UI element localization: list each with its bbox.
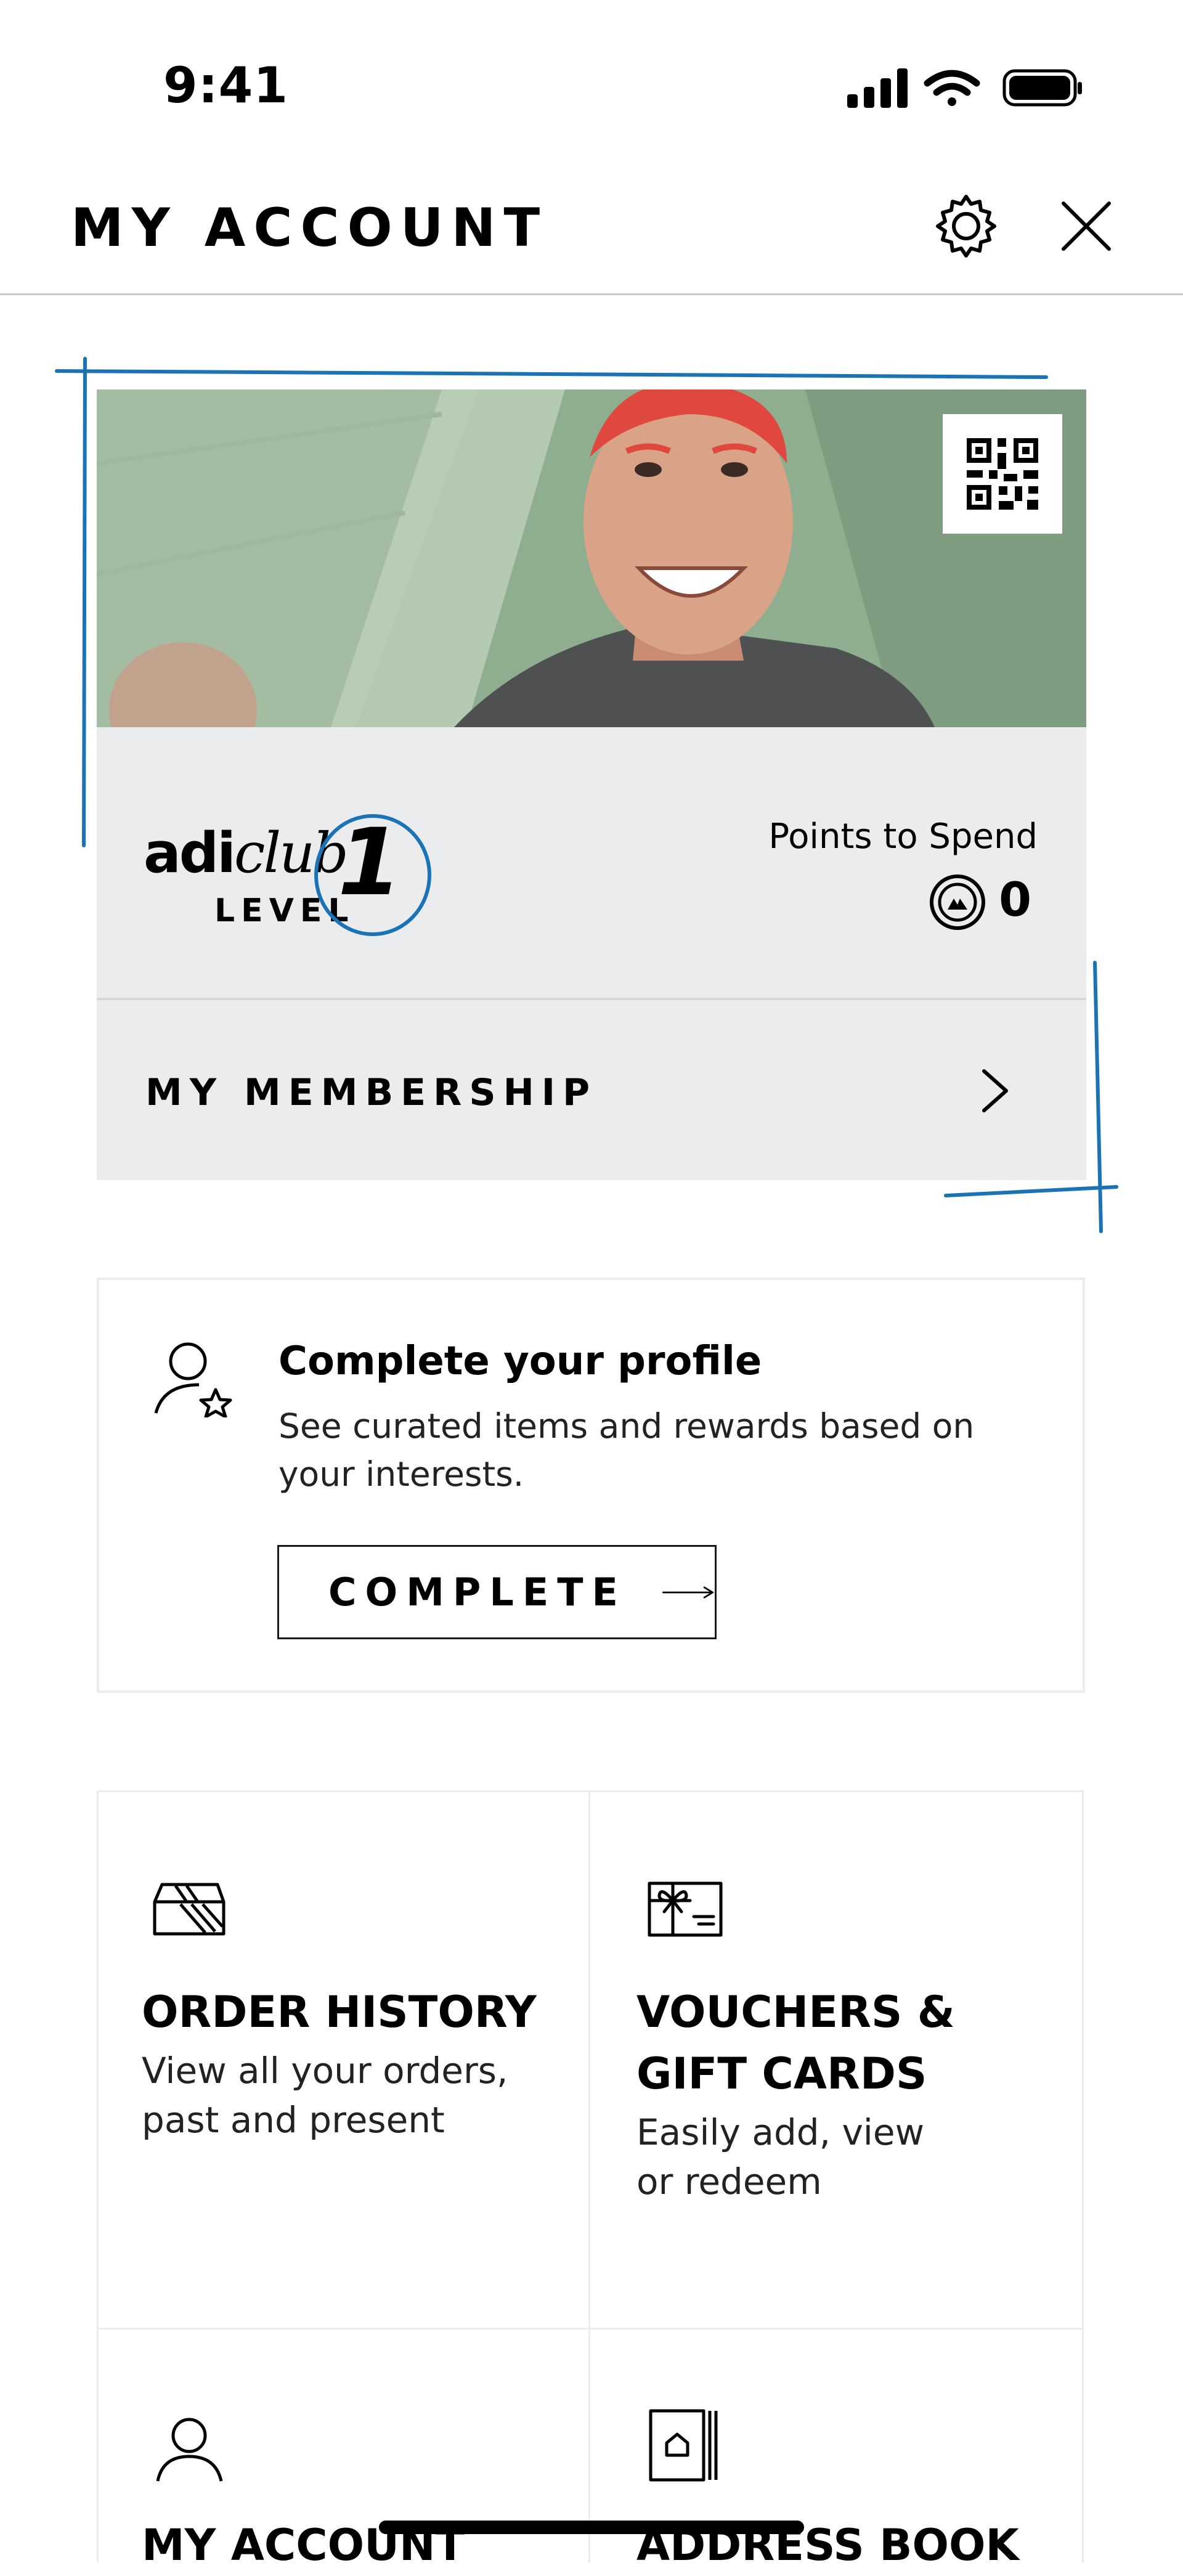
- complete-button-label: COMPLETE: [328, 1570, 627, 1615]
- status-icons: [847, 68, 1082, 108]
- close-icon: [1062, 202, 1111, 251]
- gear-icon: [936, 195, 996, 258]
- person-icon: [156, 2418, 223, 2482]
- gift-card-icon: [648, 1881, 723, 1937]
- signal-icon: [847, 68, 908, 108]
- vouchers-description: Easily add, view or redeem: [636, 2111, 925, 2203]
- page-title: MY ACCOUNT: [71, 197, 548, 259]
- arrow-right-icon: [662, 1586, 713, 1599]
- order-history-title: ORDER HISTORY: [142, 1987, 537, 2037]
- status-time: 9:41: [163, 57, 288, 114]
- header-divider: [0, 293, 1183, 295]
- box-icon: [153, 1883, 226, 1936]
- annotation-overlay: [55, 357, 1118, 1233]
- battery-icon: [1002, 69, 1082, 107]
- profile-title: Complete your profile: [278, 1339, 762, 1384]
- person-star-icon: [154, 1342, 232, 1417]
- order-history-description: View all your orders, past and present: [142, 2050, 508, 2141]
- home-indicator[interactable]: [379, 2521, 804, 2534]
- profile-description: See curated items and rewards based on y…: [278, 1406, 975, 1494]
- complete-button[interactable]: COMPLETE: [277, 1545, 717, 1639]
- close-button[interactable]: [1046, 186, 1126, 266]
- wifi-icon: [924, 70, 980, 106]
- vouchers-title: VOUCHERS & GIFT CARDS: [636, 1987, 955, 2099]
- settings-button[interactable]: [926, 186, 1006, 266]
- address-book-icon: [649, 2409, 718, 2482]
